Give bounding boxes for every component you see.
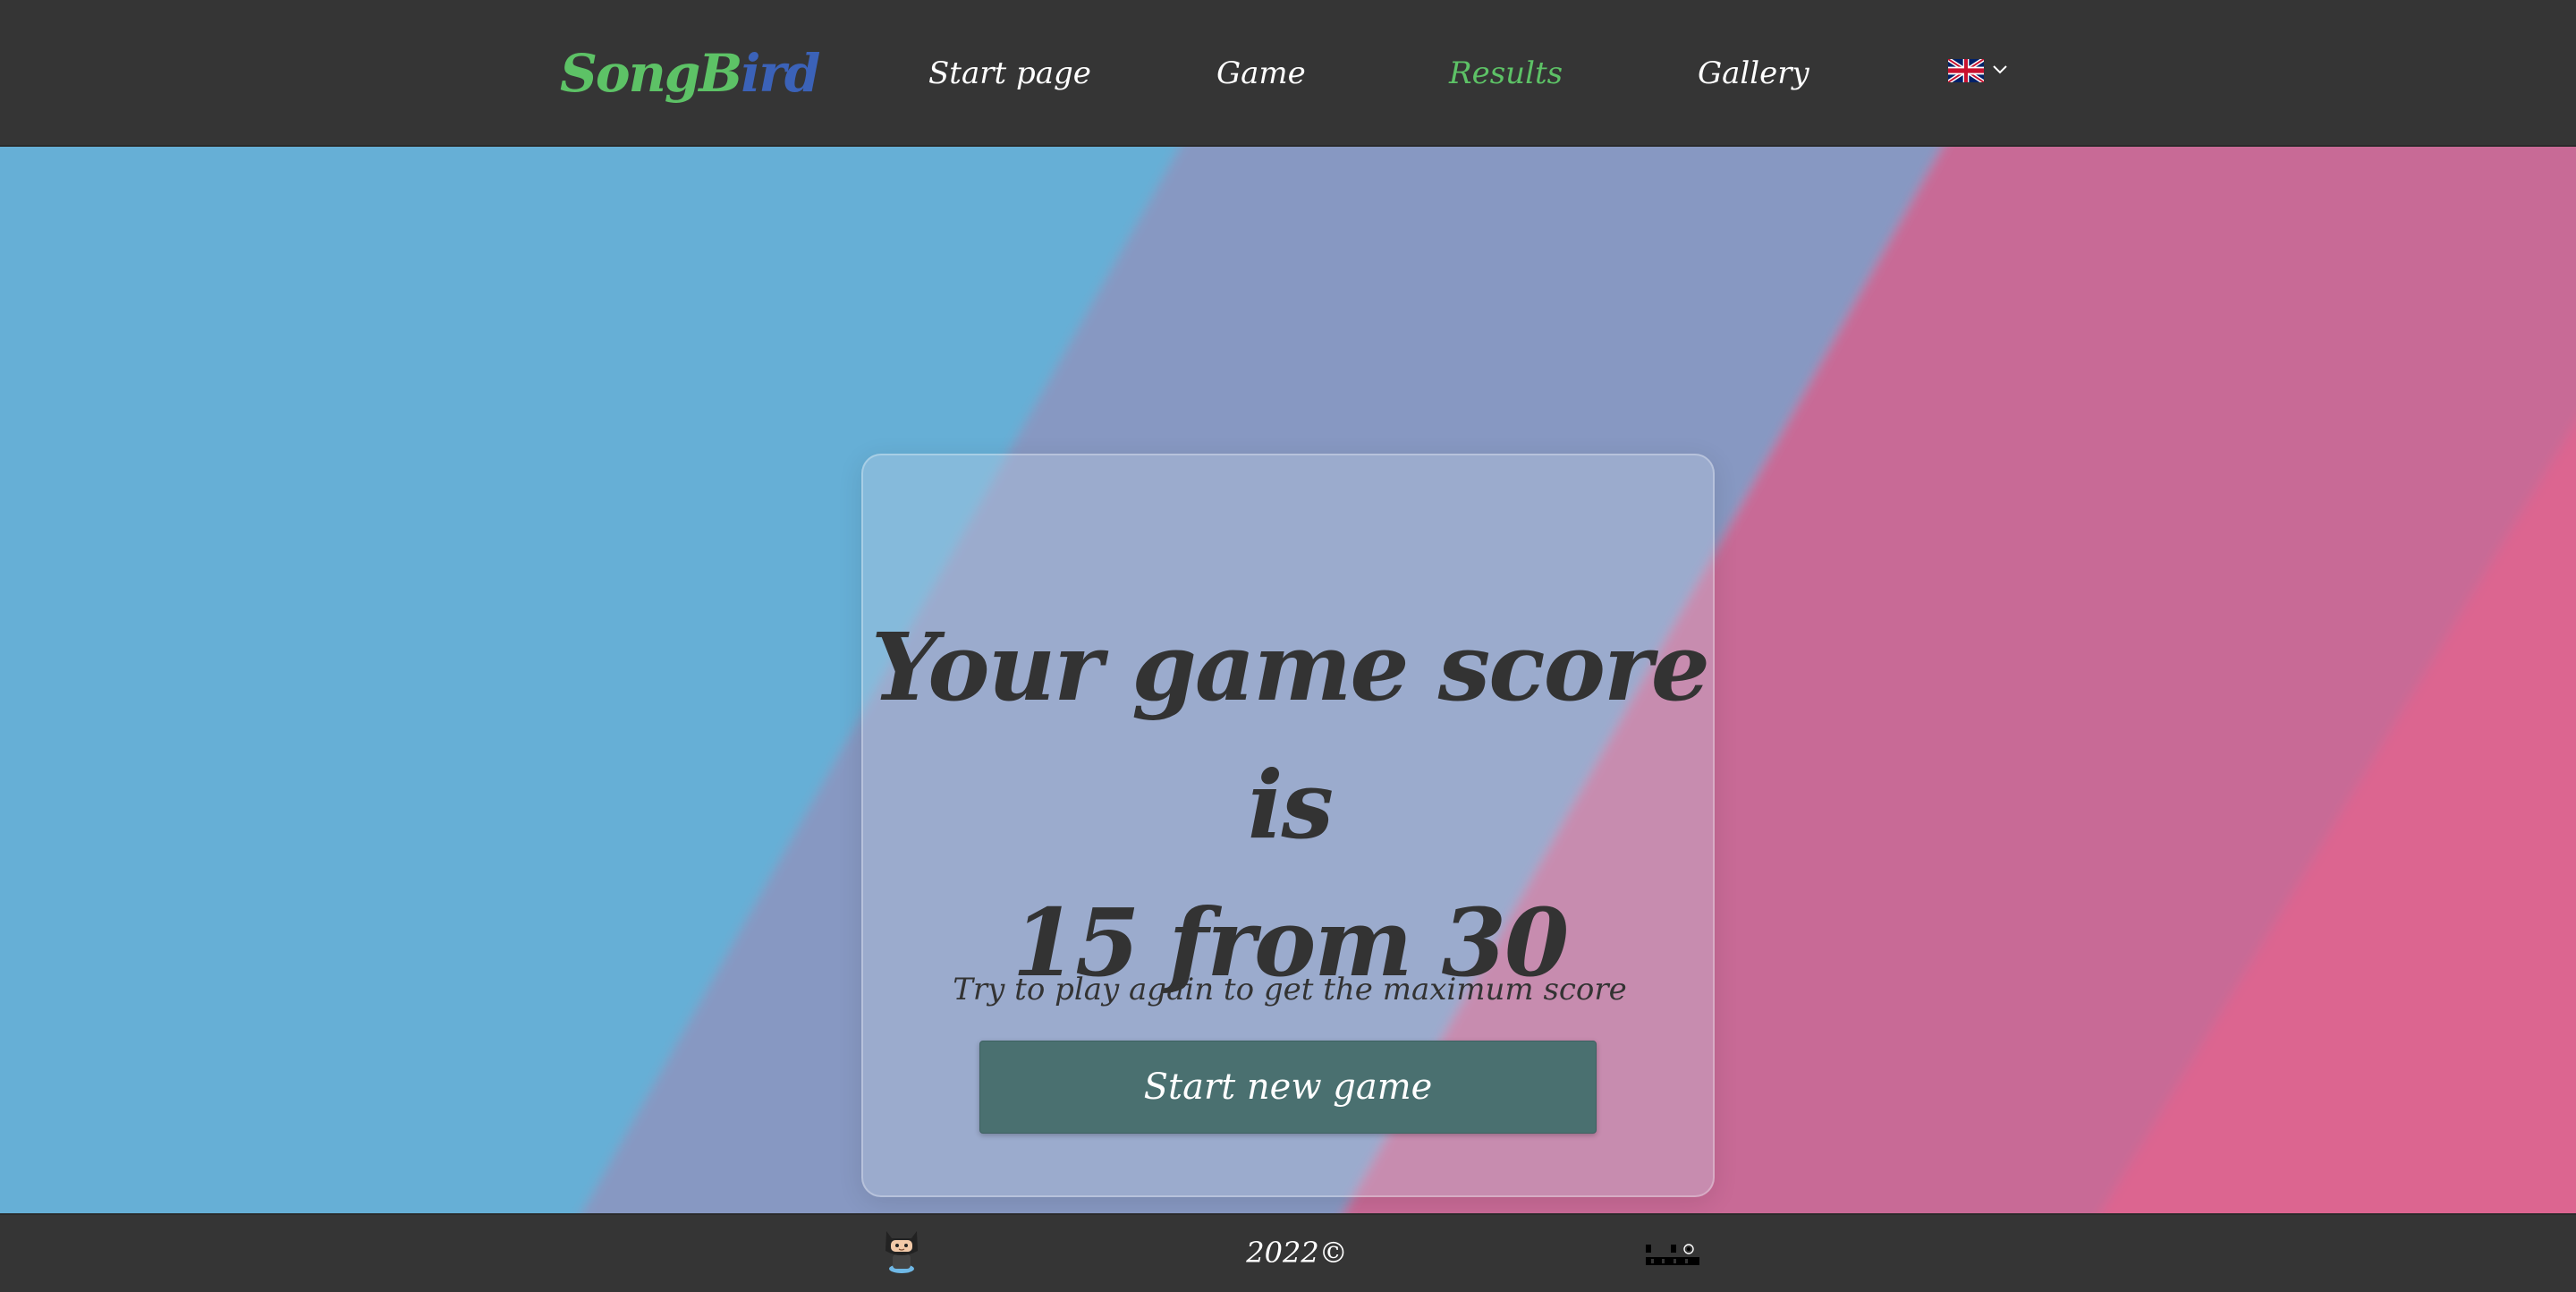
score-subtitle: Try to play again to get the maximum sco…	[953, 972, 1627, 1007]
start-new-game-button[interactable]: Start new game	[979, 1041, 1597, 1134]
uk-flag-icon	[1948, 59, 1984, 82]
score-heading-line1: Your game score is	[871, 612, 1710, 860]
result-card: Your game score is 15 from 30 Try to pla…	[861, 454, 1715, 1197]
site-header: SongBird Start page Game Results Gallery	[0, 0, 2576, 147]
nav-game[interactable]: Game	[1216, 50, 1306, 97]
chevron-down-icon	[1993, 65, 2007, 74]
copyright-text: 2022©	[1246, 1236, 1348, 1270]
github-icon	[886, 1231, 918, 1273]
logo-part-bird: ird	[741, 43, 820, 104]
results-page: Your game score is 15 from 30 Try to pla…	[0, 147, 2576, 1213]
site-footer: 2022©	[0, 1213, 2576, 1292]
github-link[interactable]	[882, 1224, 921, 1274]
nav-start-page[interactable]: Start page	[928, 50, 1091, 97]
language-selector[interactable]	[1948, 57, 2012, 86]
nav-results[interactable]: Results	[1449, 50, 1563, 97]
rs-school-link[interactable]	[1644, 1242, 1701, 1269]
score-heading: Your game score is 15 from 30	[863, 599, 1716, 1012]
songbird-logo[interactable]: SongBird	[560, 41, 820, 106]
nav-gallery[interactable]: Gallery	[1698, 50, 1809, 97]
rs-school-logo-icon	[1646, 1244, 1699, 1265]
logo-part-song: SongB	[560, 43, 742, 104]
